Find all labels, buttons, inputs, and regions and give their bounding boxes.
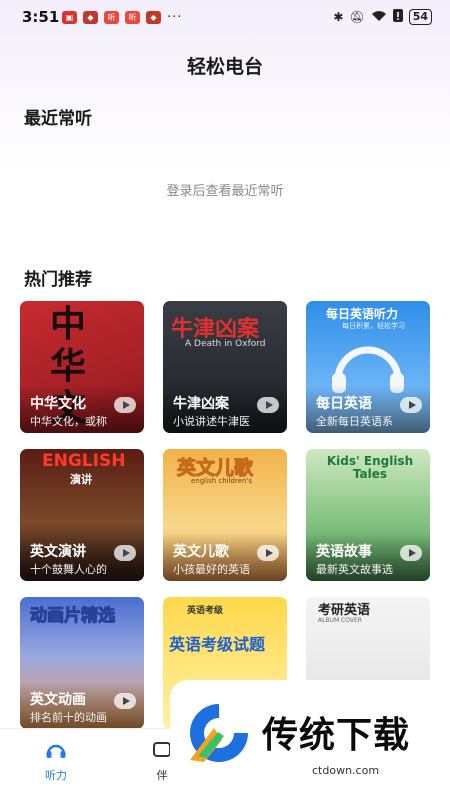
play-button[interactable]: [400, 545, 422, 561]
album-card[interactable]: 中华文 中华文化 中华文化，或称: [20, 301, 144, 433]
album-card[interactable]: 牛津凶案 A Death in Oxford 牛津凶案 小说讲述牛津医: [163, 301, 287, 433]
watermark: 传统下载 ctdown.com: [170, 680, 450, 800]
cover-subtitle: english children's: [191, 477, 253, 485]
play-button[interactable]: [114, 545, 136, 561]
cover-title: 考研英语: [318, 603, 371, 618]
album-card[interactable]: 每日英语听力 每日积累，轻松学习 每日英语 全新每日英语系: [306, 301, 430, 433]
play-button[interactable]: [114, 693, 136, 709]
album-name: 英文演讲: [30, 544, 86, 560]
play-icon: [122, 549, 130, 557]
play-button[interactable]: [257, 545, 279, 561]
wifi-icon: [371, 10, 387, 25]
nav-item-listening[interactable]: 听力: [26, 741, 86, 783]
status-bar: 3:51 ▣ ◆ 听 听 ◆ ··· ✱ 🔕︎ 54: [0, 0, 450, 34]
play-icon: [408, 401, 416, 409]
play-button[interactable]: [400, 397, 422, 413]
bluetooth-icon: ✱: [333, 10, 344, 24]
album-description: 最新英文故事选: [316, 563, 393, 576]
album-name: 中华文化: [30, 396, 86, 412]
recent-section-title: 最近常听: [24, 109, 92, 129]
system-icons: ✱ 🔕︎ 54: [333, 9, 432, 25]
album-name: 每日英语: [316, 396, 372, 412]
cover-subtitle: 英语考级: [187, 606, 224, 616]
play-button[interactable]: [114, 397, 136, 413]
cover-subtitle: A Death in Oxford: [185, 339, 266, 349]
cover-title: Kids' English Tales: [326, 454, 414, 481]
play-icon: [265, 401, 273, 409]
cover-title: 动画片精选: [30, 606, 116, 627]
play-icon: [122, 401, 130, 409]
play-icon: [122, 697, 130, 705]
album-name: 英语故事: [316, 544, 372, 560]
hot-section-title: 热门推荐: [24, 270, 92, 290]
page-title: 轻松电台: [186, 56, 263, 78]
more-notifications-icon: ···: [167, 10, 183, 25]
cover-subtitle: 演讲: [70, 473, 92, 486]
album-name: 英文儿歌: [173, 544, 229, 560]
notification-icons: ▣ ◆ 听 听 ◆ ···: [62, 10, 182, 25]
album-description: 小孩最好的英语: [173, 563, 250, 576]
watermark-logo-icon: [184, 698, 254, 772]
cover-title: 英文儿歌: [176, 457, 254, 480]
watermark-text: 传统下载: [262, 715, 411, 756]
album-description: 十个鼓舞人心的: [30, 563, 107, 576]
album-name: 英文动画: [30, 692, 86, 708]
app-notification-icon: ◆: [83, 11, 98, 24]
app-notification-icon: ▣: [62, 11, 77, 24]
play-icon: [265, 549, 273, 557]
mute-icon: 🔕︎: [349, 10, 365, 24]
app-notification-icon: 听: [125, 11, 140, 24]
album-description: 排名前十的动画: [30, 711, 107, 724]
play-button[interactable]: [257, 397, 279, 413]
nav-label: 听力: [45, 769, 67, 782]
album-card[interactable]: 英文儿歌 english children's 英文儿歌 小孩最好的英语: [163, 449, 287, 581]
cover-title: 英语考级试题: [169, 635, 266, 654]
battery-indicator: 54: [408, 9, 432, 25]
status-time: 3:51: [22, 8, 60, 26]
cover-subtitle: ALBUM COVER: [318, 617, 362, 624]
cover-title: 每日英语听力: [326, 307, 399, 321]
companion-icon: [152, 742, 172, 763]
cover-title: ENGLISH: [42, 451, 126, 471]
app-notification-icon: ◆: [146, 11, 161, 24]
album-name: 牛津凶案: [173, 396, 229, 412]
app-notification-icon: 听: [104, 11, 119, 24]
play-icon: [408, 549, 416, 557]
alert-icon: [392, 9, 403, 25]
album-description: 小说讲述牛津医: [173, 415, 250, 428]
album-card[interactable]: 动画片精选 英文动画 排名前十的动画: [20, 597, 144, 729]
album-card[interactable]: ENGLISH 演讲 英文演讲 十个鼓舞人心的: [20, 449, 144, 581]
watermark-url: ctdown.com: [312, 764, 380, 777]
cover-subtitle: 每日积累，轻松学习: [342, 322, 405, 330]
login-prompt[interactable]: 登录后查看最近常听: [0, 180, 450, 199]
album-description: 全新每日英语系: [316, 415, 393, 428]
headphones-icon: [45, 744, 67, 763]
album-card[interactable]: Kids' English Tales 英语故事 最新英文故事选: [306, 449, 430, 581]
album-description: 中华文化，或称: [30, 415, 107, 428]
